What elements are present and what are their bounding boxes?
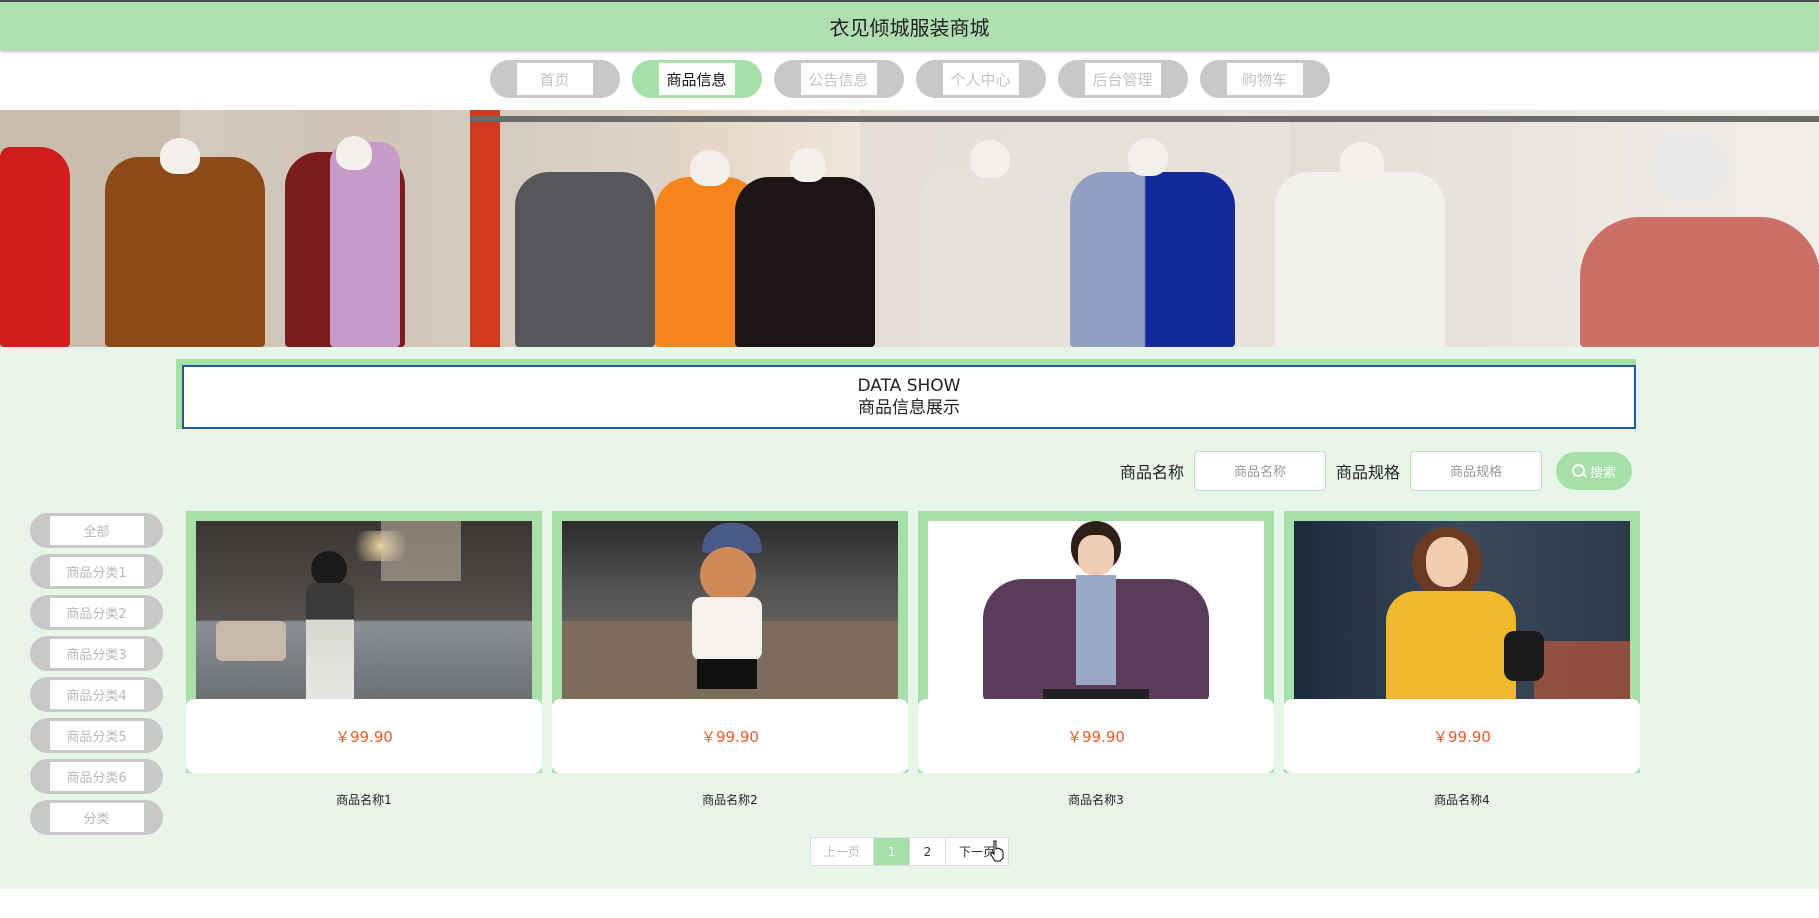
- top-header: 衣见倾城服装商城: [0, 0, 1819, 50]
- page-2-button[interactable]: 2: [910, 838, 946, 865]
- section-title-en: DATA SHOW: [857, 376, 961, 396]
- product-name[interactable]: 商品名称1: [186, 791, 542, 808]
- main-nav: 首页 商品信息 公告信息 个人中心 后台管理 购物车: [0, 60, 1819, 100]
- section-title-cn: 商品信息展示: [858, 398, 960, 418]
- category-2[interactable]: 商品分类2: [30, 595, 163, 630]
- product-name-input[interactable]: [1193, 451, 1326, 491]
- product-card-frame: ￥99.90: [552, 511, 908, 773]
- product-card-frame: ￥99.90: [186, 511, 542, 773]
- section-header: DATA SHOW 商品信息展示: [176, 359, 1636, 429]
- page-1-button[interactable]: 1: [874, 838, 910, 865]
- clothing-rail: [470, 116, 1819, 122]
- category-label: 商品分类4: [49, 680, 144, 709]
- nav-admin-label: 后台管理: [1084, 63, 1161, 95]
- category-1[interactable]: 商品分类1: [30, 554, 163, 589]
- product-image[interactable]: [562, 521, 898, 701]
- price-box: ￥99.90: [918, 699, 1274, 773]
- product-image[interactable]: [196, 521, 532, 701]
- product-spec-label: 商品规格: [1335, 463, 1400, 482]
- price-box: ￥99.90: [552, 699, 908, 773]
- price-box: ￥99.90: [1284, 699, 1640, 773]
- product-grid: ￥99.90 商品名称1 ￥99.90 商品名称2 ￥99.90 商品名称3 ￥…: [186, 511, 1640, 808]
- nav-personal-center[interactable]: 个人中心: [915, 60, 1046, 98]
- pagination: 上一页 1 2 下一页: [810, 837, 1009, 866]
- product-name-label: 商品名称: [1119, 463, 1184, 482]
- product-card-frame: ￥99.90: [1284, 511, 1640, 773]
- category-3[interactable]: 商品分类3: [30, 636, 163, 671]
- product-price: ￥99.90: [335, 727, 393, 746]
- nav-products-label: 商品信息: [658, 63, 735, 95]
- product-image[interactable]: [928, 521, 1264, 701]
- category-sidebar: 全部 商品分类1 商品分类2 商品分类3 商品分类4 商品分类5 商品分类6 分…: [30, 513, 163, 835]
- product-card[interactable]: ￥99.90 商品名称2: [552, 511, 908, 808]
- category-all[interactable]: 全部: [30, 513, 163, 548]
- nav-products[interactable]: 商品信息: [631, 60, 762, 98]
- search-bar: 商品名称 商品规格 搜索: [1120, 451, 1632, 491]
- product-card[interactable]: ￥99.90 商品名称4: [1284, 511, 1640, 808]
- category-label: 商品分类3: [49, 639, 144, 668]
- nav-announcements[interactable]: 公告信息: [773, 60, 904, 98]
- category-label: 分类: [49, 803, 144, 832]
- category-6[interactable]: 商品分类6: [30, 759, 163, 794]
- product-name[interactable]: 商品名称3: [918, 791, 1274, 808]
- banner-image: [0, 110, 1819, 347]
- product-spec-input[interactable]: [1410, 451, 1542, 491]
- hand-cursor-icon: [990, 840, 1004, 862]
- product-card[interactable]: ￥99.90 商品名称1: [186, 511, 542, 808]
- product-name[interactable]: 商品名称4: [1284, 791, 1640, 808]
- product-card-frame: ￥99.90: [918, 511, 1274, 773]
- product-price: ￥99.90: [701, 727, 759, 746]
- category-5[interactable]: 商品分类5: [30, 718, 163, 753]
- product-price: ￥99.90: [1067, 727, 1125, 746]
- nav-cart[interactable]: 购物车: [1199, 60, 1330, 98]
- category-label: 全部: [49, 516, 144, 545]
- nav-announcements-label: 公告信息: [800, 63, 877, 95]
- main-content: DATA SHOW 商品信息展示 商品名称 商品规格 搜索 全部 商品分类1 商…: [0, 347, 1819, 889]
- search-button-label: 搜索: [1589, 464, 1616, 480]
- product-card[interactable]: ￥99.90 商品名称3: [918, 511, 1274, 808]
- nav-home-label: 首页: [516, 63, 593, 95]
- category-label: 商品分类6: [49, 762, 144, 791]
- search-button[interactable]: 搜索: [1556, 452, 1632, 490]
- search-icon: [1571, 464, 1586, 478]
- category-4[interactable]: 商品分类4: [30, 677, 163, 712]
- site-title: 衣见倾城服装商城: [829, 15, 990, 40]
- prev-page-button[interactable]: 上一页: [811, 838, 874, 865]
- nav-personal-center-label: 个人中心: [942, 63, 1019, 95]
- nav-admin[interactable]: 后台管理: [1057, 60, 1188, 98]
- product-price: ￥99.90: [1433, 727, 1491, 746]
- section-title-box: DATA SHOW 商品信息展示: [182, 365, 1636, 429]
- page: 衣见倾城服装商城 首页 商品信息 公告信息 个人中心 后台管理 购物车 DATA…: [0, 0, 1819, 918]
- category-label: 商品分类1: [49, 557, 144, 586]
- category-label: 商品分类5: [49, 721, 144, 750]
- price-box: ￥99.90: [186, 699, 542, 773]
- nav-home[interactable]: 首页: [489, 60, 620, 98]
- nav-cart-label: 购物车: [1226, 63, 1303, 95]
- product-name[interactable]: 商品名称2: [552, 791, 908, 808]
- category-label: 商品分类2: [49, 598, 144, 627]
- product-image[interactable]: [1294, 521, 1630, 701]
- category-other[interactable]: 分类: [30, 800, 163, 835]
